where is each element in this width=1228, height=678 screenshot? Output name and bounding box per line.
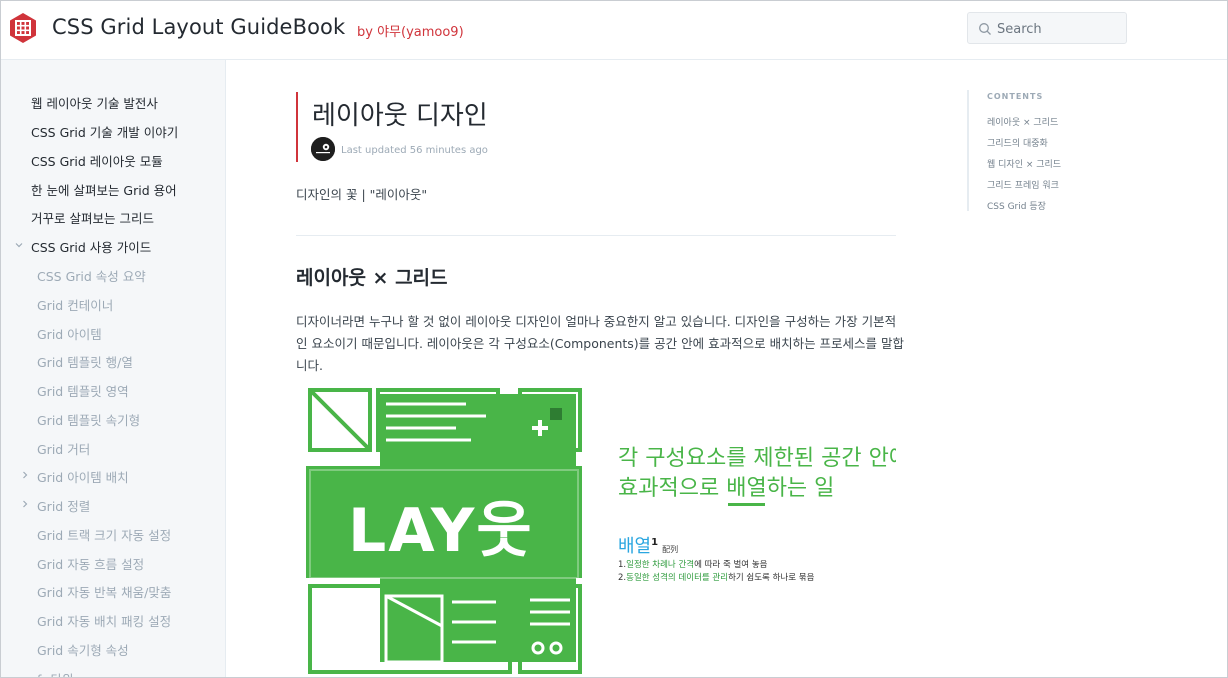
search-input[interactable]	[995, 19, 1124, 39]
figure-headline: 각 구성요소를 제한된 공간 안에 효과적으로 배열하는 일	[618, 444, 896, 504]
section-paragraph: 디자이너라면 누구나 할 것 없이 레이아웃 디자인이 얼마나 중요한지 알고 …	[296, 314, 905, 373]
sidebar-item[interactable]: 거꾸로 살펴보는 그리드	[31, 208, 154, 227]
chevron-down-icon[interactable]	[15, 241, 23, 249]
search-icon	[979, 23, 991, 35]
sidebar-subitem[interactable]: Grid 속기형 속성	[37, 640, 129, 659]
term-word: 배열	[618, 536, 652, 557]
def-number: 2.	[618, 573, 627, 583]
def-highlight: 일정한 차례나 간격	[626, 560, 695, 570]
figure-headline-line2: 효과적으로 배열하는 일	[618, 474, 896, 504]
sidebar-subitem[interactable]: Grid 정렬	[37, 496, 90, 515]
author-avatar	[311, 137, 335, 161]
sidebar-subitem[interactable]: Grid 컨테이너	[37, 295, 113, 314]
sidebar-nav: 웹 레이아웃 기술 발전사 CSS Grid 기술 개발 이야기 CSS Gri…	[0, 60, 226, 678]
def-text: 하기 쉽도록 하나로 묶음	[728, 573, 815, 583]
author-byline: by 야무(yamoo9)	[357, 25, 464, 40]
title-accent-bar	[296, 92, 298, 162]
chevron-right-icon[interactable]	[21, 471, 29, 479]
grid-logo-icon[interactable]	[8, 12, 38, 44]
figure-headline-emphasis: 배열	[726, 476, 767, 501]
sidebar-subitem[interactable]: Grid 아이템	[37, 324, 102, 343]
content-divider	[296, 235, 896, 236]
toc-item[interactable]: 웹 디자인 × 그리드	[987, 157, 1061, 170]
figure-headline-line1: 각 구성요소를 제한된 공간 안에	[618, 446, 896, 471]
toc-item[interactable]: 그리드 프레임 워크	[987, 178, 1059, 191]
page-description: 디자인의 꽃 | "레이아웃"	[296, 187, 428, 202]
toc-heading: CONTENTS	[987, 92, 1044, 101]
figure-term: 배열1配列	[618, 532, 678, 558]
term-hanja: 配列	[662, 545, 679, 554]
sidebar-item[interactable]: 웹 레이아웃 기술 발전사	[31, 93, 158, 112]
sidebar-subitem[interactable]: Grid 템플릿 영역	[37, 381, 129, 400]
layout-figure: LAY웃 각 구성요소를 제한된 공간 안에 효과적으로 배열하는 일 배열1配…	[296, 374, 896, 674]
figure-headline-text: 효과적으로	[618, 476, 727, 501]
sidebar-item[interactable]: 한 눈에 살펴보는 Grid 용어	[31, 180, 177, 199]
sidebar-subitem[interactable]: Grid 아이템 배치	[37, 467, 129, 486]
svg-text:LAY웃: LAY웃	[348, 496, 534, 566]
sidebar-item[interactable]: CSS Grid 레이아웃 모듈	[31, 151, 163, 170]
last-updated: Last updated 56 minutes ago	[341, 145, 488, 156]
def-text: 에 따라 죽 벌여 놓음	[694, 560, 768, 570]
sidebar-subitem[interactable]: Grid 템플릿 행/열	[37, 352, 133, 371]
toc-rail	[967, 90, 969, 211]
def-highlight: 동일한 성격의 데이터를 관리	[626, 573, 729, 583]
top-header: CSS Grid Layout GuideBook by 야무(yamoo9)	[0, 0, 1228, 60]
avatar-figure-icon	[311, 137, 335, 161]
sidebar-item[interactable]: CSS Grid 사용 가이드	[31, 237, 151, 256]
sidebar-subitem[interactable]: Grid 자동 반복 채움/맞춤	[37, 582, 171, 601]
sidebar-subitem[interactable]: CSS Grid 속성 요약	[37, 266, 146, 285]
toc-item[interactable]: CSS Grid 등장	[987, 199, 1046, 212]
toc-item[interactable]: 그리드의 대중화	[987, 136, 1048, 149]
definition-1: 1.일정한 차례나 간격에 따라 죽 벌여 놓음	[618, 559, 814, 572]
sidebar-subitem[interactable]: Grid 트랙 크기 자동 설정	[37, 525, 171, 544]
chevron-right-icon[interactable]	[21, 500, 29, 508]
sidebar-subitem[interactable]: Grid 거터	[37, 439, 90, 458]
figure-headline-text: 하는 일	[766, 476, 835, 501]
site-title[interactable]: CSS Grid Layout GuideBook	[52, 15, 345, 39]
term-superscript: 1	[651, 537, 659, 548]
sidebar-subitem[interactable]: Grid 자동 흐름 설정	[37, 554, 144, 573]
layout-illustration-icon: LAY웃	[306, 388, 582, 674]
def-number: 1.	[618, 560, 627, 570]
sidebar-item[interactable]: CSS Grid 기술 개발 이야기	[31, 122, 178, 141]
figure-definitions: 1.일정한 차례나 간격에 따라 죽 벌여 놓음 2.동일한 성격의 데이터를 …	[618, 559, 814, 585]
toc-item[interactable]: 레이아웃 × 그리드	[987, 115, 1058, 128]
search-box[interactable]	[967, 12, 1127, 44]
page-title: 레이아웃 디자인	[312, 101, 488, 131]
sidebar-subitem[interactable]: Grid 템플릿 속기형	[37, 410, 140, 429]
section-heading[interactable]: 레이아웃 × 그리드	[296, 263, 448, 290]
sidebar-subitem[interactable]: fr 단위	[37, 669, 74, 678]
sidebar-subitem[interactable]: Grid 자동 배치 패킹 설정	[37, 611, 171, 630]
definition-2: 2.동일한 성격의 데이터를 관리하기 쉽도록 하나로 묶음	[618, 572, 814, 585]
